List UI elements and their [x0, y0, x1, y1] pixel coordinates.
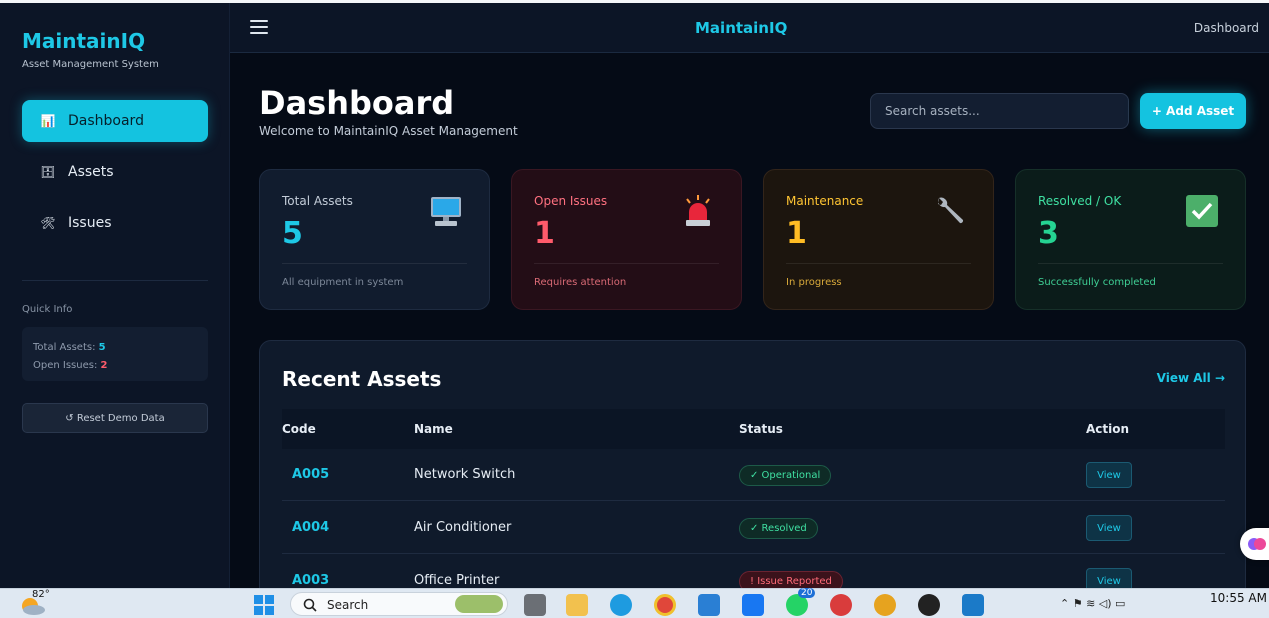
stat-card-open-issues: Open Issues 1 Requires attention: [511, 169, 742, 310]
alarm-light-icon: [686, 195, 710, 226]
recent-assets-panel: Recent Assets View All → Code Name Statu…: [259, 340, 1246, 600]
column-header-name: Name: [414, 422, 453, 436]
column-header-code: Code: [282, 422, 316, 436]
sidebar-divider: [22, 280, 208, 281]
card-separator: [786, 263, 971, 264]
table-header: Code Name Status Action: [282, 409, 1225, 449]
file-explorer-icon[interactable]: [566, 594, 588, 616]
brain-icon: [1248, 538, 1266, 550]
sidebar-item-issues[interactable]: 🛠 Issues: [22, 202, 208, 244]
stat-card-resolved: Resolved / OK 3 Successfully completed: [1015, 169, 1246, 310]
quick-info-open-value: 2: [100, 360, 108, 371]
page-subtitle: Welcome to MaintainIQ Asset Management: [259, 124, 518, 138]
top-navbar: MaintainIQ Dashboard: [230, 3, 1269, 53]
recent-assets-title: Recent Assets: [282, 367, 442, 391]
taskbar-search-label: Search: [327, 598, 369, 612]
vscode-icon[interactable]: [962, 594, 984, 616]
quick-info-total: Total Assets: 5: [33, 342, 106, 353]
asset-name: Office Printer: [414, 573, 500, 588]
card-separator: [534, 263, 719, 264]
stat-footnote: In progress: [786, 277, 842, 288]
taskbar-clock[interactable]: 10:55 AM: [1210, 591, 1267, 605]
asset-code-link[interactable]: A004: [292, 520, 329, 535]
edge-browser-icon[interactable]: [610, 594, 632, 616]
sidebar-item-label: Dashboard: [68, 113, 144, 129]
column-header-action: Action: [1086, 422, 1130, 436]
chatgpt-icon[interactable]: [918, 594, 940, 616]
table-row: A005 Network Switch ✓ Operational View: [282, 449, 1225, 501]
hamburger-menu-icon[interactable]: [250, 20, 268, 34]
stat-footnote: Successfully completed: [1038, 277, 1156, 288]
column-header-status: Status: [739, 422, 783, 436]
checkmark-icon: [1186, 195, 1218, 227]
quick-info-open: Open Issues: 2: [33, 360, 108, 371]
card-separator: [282, 263, 467, 264]
search-input[interactable]: [870, 93, 1129, 129]
system-tray[interactable]: ⌃ ⚑ ≋ ◁) ▭: [1060, 597, 1125, 610]
main-content: Dashboard Welcome to MaintainIQ Asset Ma…: [230, 53, 1269, 600]
stat-footnote: All equipment in system: [282, 277, 404, 288]
chrome-icon[interactable]: [654, 594, 676, 616]
stat-card-maintenance: Maintenance 1 In progress: [763, 169, 994, 310]
store-icon[interactable]: [698, 594, 720, 616]
search-icon: [303, 598, 317, 612]
notification-badge: 20: [798, 588, 816, 598]
view-all-link[interactable]: View All →: [1157, 371, 1225, 385]
chrome-profile-icon[interactable]: [830, 594, 852, 616]
sidebar-item-label: Issues: [68, 215, 112, 231]
wrench-icon: [938, 197, 964, 224]
quick-info-box: Total Assets: 5 Open Issues: 2: [22, 327, 208, 381]
asset-code-link[interactable]: A005: [292, 467, 329, 482]
taskbar-search[interactable]: Search: [290, 592, 508, 616]
windows-start-icon[interactable]: [254, 595, 274, 615]
weather-temperature: 82°: [32, 589, 50, 600]
navbar-breadcrumb: Dashboard: [1193, 21, 1259, 35]
tools-icon: 🛠: [40, 216, 56, 230]
sidebar: MaintainIQ Asset Management System 📊 Das…: [0, 3, 230, 588]
quick-info-title: Quick Info: [22, 304, 73, 315]
search-highlight-image: [455, 595, 503, 613]
asset-name: Air Conditioner: [414, 520, 512, 535]
status-badge: ✓ Operational: [739, 465, 832, 486]
asset-code-link[interactable]: A003: [292, 573, 329, 588]
page-title: Dashboard: [259, 84, 455, 122]
sidebar-brand: MaintainIQ: [22, 29, 146, 53]
sidebar-item-dashboard[interactable]: 📊 Dashboard: [22, 100, 208, 142]
chart-icon: 📊: [40, 114, 56, 128]
monitor-icon: [431, 197, 461, 226]
status-badge: ✓ Resolved: [739, 518, 818, 539]
card-separator: [1038, 263, 1223, 264]
stat-card-total-assets: Total Assets 5 All equipment in system: [259, 169, 490, 310]
stat-footnote: Requires attention: [534, 277, 627, 288]
sidebar-item-label: Assets: [68, 164, 114, 180]
navbar-brand[interactable]: MaintainIQ: [695, 19, 787, 37]
todo-icon[interactable]: [742, 594, 764, 616]
table-row: A004 Air Conditioner ✓ Resolved View: [282, 502, 1225, 554]
os-taskbar: 82° Search 20 ⌃ ⚑ ≋ ◁) ▭ 10:55 AM: [0, 588, 1269, 618]
add-asset-button[interactable]: + Add Asset: [1140, 93, 1246, 129]
chrome-alt-icon[interactable]: [874, 594, 896, 616]
asset-name: Network Switch: [414, 467, 516, 482]
reset-demo-data-button[interactable]: ↺ Reset Demo Data: [22, 403, 208, 433]
assistant-bubble-icon[interactable]: [1240, 528, 1269, 560]
whatsapp-icon[interactable]: 20: [786, 588, 816, 616]
view-button[interactable]: View: [1086, 462, 1132, 488]
sidebar-brand-subtitle: Asset Management System: [22, 59, 159, 70]
view-button[interactable]: View: [1086, 515, 1132, 541]
quick-info-total-value: 5: [98, 342, 106, 353]
task-view-icon[interactable]: [524, 594, 546, 616]
sidebar-item-assets[interactable]: 🗄 Assets: [22, 151, 208, 193]
cabinet-icon: 🗄: [40, 165, 56, 179]
